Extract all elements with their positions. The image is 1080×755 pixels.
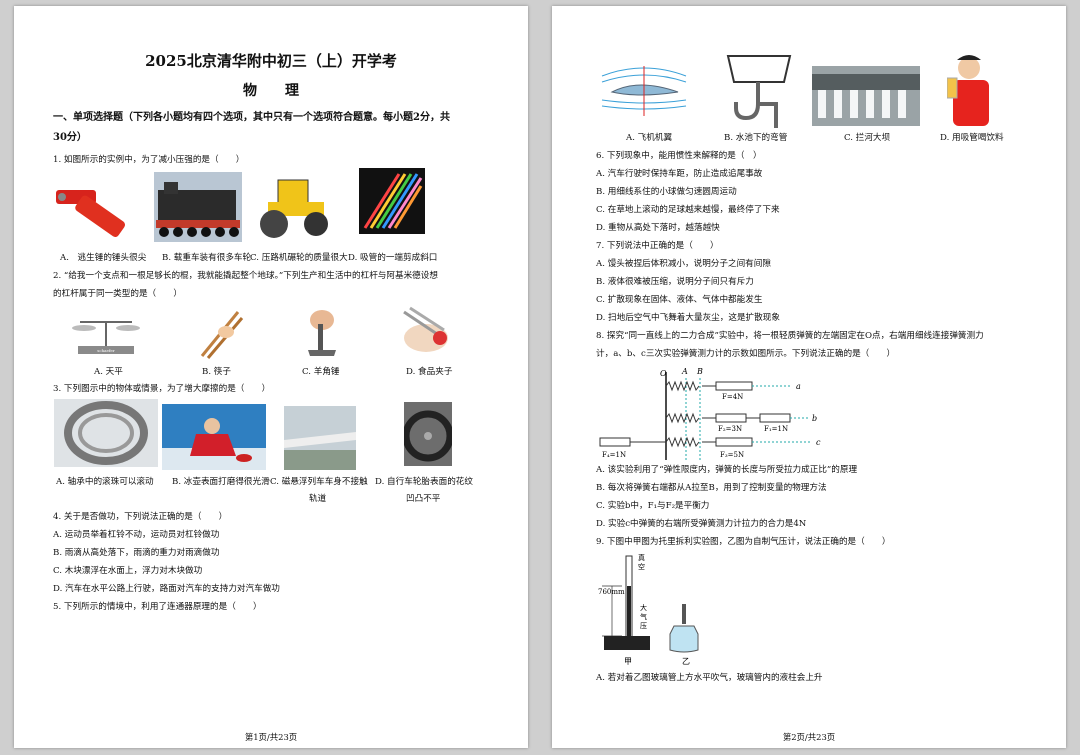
question-2: 2. “给我一个支点和一根足够长的棍，我就能撬起整个地球。”下列生产和生活中的杠… (53, 271, 438, 281)
q6-option-d: D. 重物从高处下落时，越落越快 (596, 223, 720, 233)
vacuum-label-2: 空 (638, 562, 645, 571)
vacuum-label-1: 真 (638, 553, 645, 562)
question-5: 5. 下列所示的情境中，利用了连通器原理的是（ ） (53, 602, 262, 612)
q5-option-b: B. 水池下的弯管 (724, 133, 788, 143)
force-f1-label: F₁=1N (764, 425, 788, 433)
q1-option-c: C. 压路机碾轮的质量很大 (250, 253, 348, 263)
question-9: 9. 下图中甲图为托里拆利实验图，乙图为自制气压计，说法正确的是（ ） (596, 537, 891, 547)
q6-option-b: B. 用细线系住的小球做匀速圆周运动 (596, 187, 737, 197)
question-4: 4. 关于是否做功，下列说法正确的是（ ） (53, 512, 228, 522)
point-o-label: O (660, 369, 667, 378)
q8-option-c: C. 实验b中，F₁与F₂是平衡力 (596, 501, 710, 511)
q4-option-a: A. 运动员举着杠铃不动，运动员对杠铃做功 (53, 530, 220, 540)
q2-option-c: C. 羊角锤 (302, 367, 340, 377)
q1-option-b: B. 载重车装有很多车轮 (162, 253, 252, 263)
force-f4-label: F₄=1N (602, 451, 626, 459)
q2-option-d: D. 食品夹子 (406, 367, 453, 377)
maglev-train-image (284, 406, 356, 470)
escape-hammer-image (56, 190, 126, 237)
q1-option-d: D. 吸管的一端剪成斜口 (348, 253, 438, 263)
figure-jia-label: 甲 (624, 657, 632, 666)
point-b-label: B (696, 367, 703, 376)
q3-option-b: B. 冰壶表面打磨得很光滑 (172, 477, 270, 487)
q7-option-b: B. 液体很难被压缩，说明分子间只有斥力 (596, 277, 754, 287)
heavy-truck-image (154, 172, 242, 242)
q5-option-c: C. 拦河大坝 (844, 133, 891, 143)
q3-option-d-cont: 凹凸不平 (406, 494, 441, 504)
subject-title: 物 理 (243, 83, 299, 99)
q7-option-d: D. 扫地后空气中飞舞着大量灰尘，这是扩散现象 (596, 313, 780, 323)
q3-option-c: C. 磁悬浮列车车身不接触 (270, 477, 368, 487)
barometer-diagram: 真 空 760mm 大 气 压 甲 乙 (598, 553, 699, 666)
spring-force-diagram: O A B a F=4N b F₂=3N F₁=1N c F₄=1N F₃=5N (599, 367, 821, 460)
q2-option-a: A. 天平 (94, 367, 123, 377)
row-b-label: b (812, 414, 817, 423)
page-1-footer: 第1页/共23页 (244, 732, 298, 742)
question-2-cont: 的杠杆属于同一类型的是（ ） (53, 289, 182, 299)
mercury-height-label: 760mm (598, 588, 625, 596)
force-f2-label: F₂=3N (718, 425, 742, 433)
q6-option-a: A. 汽车行驶时保持车距，防止造成追尾事故 (596, 169, 763, 179)
q3-option-a: A. 轴承中的滚珠可以滚动 (56, 477, 154, 487)
q6-option-c: C. 在草地上滚动的足球越来越慢，最终停了下来 (596, 205, 780, 215)
row-a-label: a (796, 382, 801, 391)
q4-option-d: D. 汽车在水平公路上行驶，路面对汽车的支持力对汽车做功 (53, 584, 280, 594)
q4-option-c: C. 木块漂浮在水面上，浮力对木块做功 (53, 566, 203, 576)
claw-hammer-image (308, 310, 336, 356)
force-f-label: F=4N (722, 393, 743, 401)
q5-option-d: D. 用吸管喝饮料 (940, 133, 1004, 143)
food-tongs-image (403, 306, 448, 352)
airplane-wing-image (601, 66, 687, 116)
question-8: 8. 探究“同一直线上的二力合成”实验中，将一根轻质弹簧的左端固定在O点，右端用… (596, 331, 984, 341)
q8-option-b: B. 每次将弹簧右端都从A拉至B，用到了控制变量的物理方法 (596, 483, 827, 493)
river-dam-image (812, 66, 920, 126)
drinking-with-straw-image (947, 55, 989, 126)
question-6: 6. 下列现象中，能用惯性来解释的是（ ） (596, 151, 762, 161)
balance-scale-image: schaefer (72, 321, 140, 354)
question-3: 3. 下列图示中的物体或情景，为了增大摩擦的是（ ） (53, 384, 271, 394)
figure-yi-label: 乙 (682, 657, 690, 666)
air-pressure-label-3: 压 (640, 622, 647, 630)
question-1: 1. 如图所示的实例中，为了减小压强的是（ ） (53, 155, 245, 165)
q8-option-d: D. 实验c中弹簧的右端所受弹簧测力计拉力的合力是4N (596, 519, 807, 529)
question-7: 7. 下列说法中正确的是（ ） (596, 241, 719, 251)
row-c-label: c (816, 438, 821, 447)
section1-heading-cont: 30分） (53, 132, 87, 143)
exam-title: 2025北京清华附中初三（上）开学考 (145, 52, 397, 70)
scale-brand-label: schaefer (97, 348, 114, 353)
q3-option-d: D. 自行车轮胎表面的花纹 (375, 477, 473, 487)
road-roller-image (260, 179, 328, 238)
force-f3-label: F₃=5N (720, 451, 744, 459)
q7-option-c: C. 扩散现象在固体、液体、气体中都能发生 (596, 295, 763, 305)
q9-option-a: A. 若对着乙图玻璃管上方水平吹气，玻璃管内的液柱会上升 (596, 673, 823, 683)
bicycle-tire-image (404, 402, 452, 466)
chopsticks-image (200, 311, 244, 359)
curling-image (162, 404, 266, 470)
point-a-label: A (681, 367, 688, 376)
q3-option-c-cont: 轨道 (309, 494, 327, 504)
air-pressure-label-2: 气 (640, 612, 647, 621)
section1-heading: 一、单项选择题（下列各小题均有四个选项，其中只有一个选项符合题意。每小题2分，共 (53, 112, 450, 123)
q7-option-a: A. 馒头被捏后体积减小，说明分子之间有间隙 (596, 259, 771, 269)
page-2-footer: 第2页/共23页 (782, 732, 836, 742)
ball-bearing-image (54, 399, 158, 467)
q1-option-a: A. 逃生锤的锤头很尖 (60, 253, 147, 263)
exam-page-1: 2025北京清华附中初三（上）开学考 物 理 一、单项选择题（下列各小题均有四个… (14, 6, 528, 748)
straws-image (359, 168, 425, 234)
q5-option-a: A. 飞机机翼 (626, 133, 673, 143)
q4-option-b: B. 雨滴从高处落下，雨滴的重力对雨滴做功 (53, 548, 220, 558)
q8-option-a: A. 该实验利用了“弹性限度内，弹簧的长度与所受拉力成正比”的原理 (596, 465, 858, 475)
q2-option-b: B. 筷子 (202, 367, 231, 377)
exam-page-2: A. 飞机机翼 B. 水池下的弯管 C. 拦河大坝 D. 用吸管喝饮料 6. 下… (552, 6, 1066, 748)
sink-drain-pipe-image (726, 55, 792, 128)
question-8-cont: 计，a、b、c三次实验弹簧测力计的示数如图所示。下列说法正确的是（ ） (596, 349, 896, 359)
air-pressure-label-1: 大 (640, 603, 647, 612)
